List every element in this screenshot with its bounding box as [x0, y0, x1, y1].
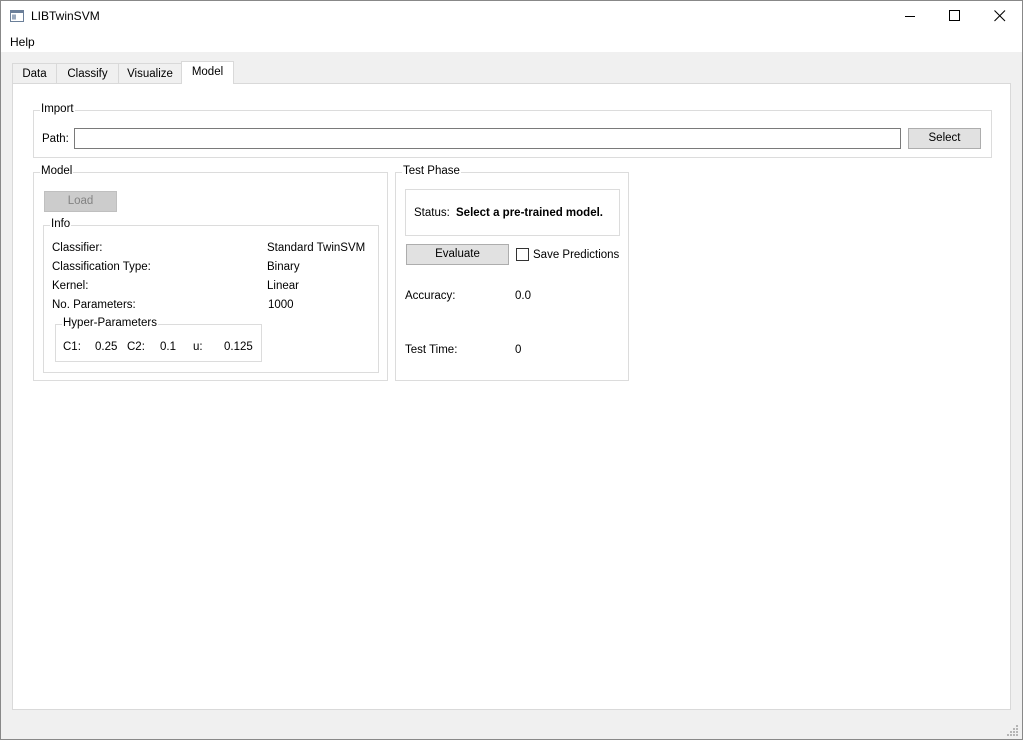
c2-value: 0.1: [160, 341, 176, 353]
app-window: LIBTwinSVM Help Data Classify Visualize …: [0, 0, 1023, 740]
no-parameters-label: No. Parameters:: [52, 299, 136, 311]
close-button[interactable]: [977, 1, 1022, 31]
load-button[interactable]: Load: [44, 191, 117, 212]
save-predictions-label[interactable]: Save Predictions: [533, 249, 619, 261]
tab-classify[interactable]: Classify: [56, 63, 119, 84]
classification-type-value: Binary: [267, 261, 300, 273]
maximize-icon: [949, 10, 960, 21]
kernel-value: Linear: [267, 280, 299, 292]
resize-grip-icon[interactable]: [1007, 724, 1019, 736]
path-input[interactable]: [74, 128, 901, 149]
save-predictions-checkbox[interactable]: [516, 248, 529, 261]
u-label: u:: [193, 341, 203, 353]
test-phase-title: Test Phase: [402, 165, 461, 177]
close-icon: [994, 10, 1006, 22]
menu-help[interactable]: Help: [10, 35, 35, 49]
classifier-label: Classifier:: [52, 242, 103, 254]
menu-bar: Help: [1, 31, 1022, 52]
info-group: Info Classifier: Standard TwinSVM Classi…: [43, 218, 379, 373]
maximize-button[interactable]: [932, 1, 977, 31]
c1-value: 0.25: [95, 341, 118, 353]
import-group-title: Import: [40, 103, 75, 115]
title-bar[interactable]: LIBTwinSVM: [1, 1, 1022, 31]
minimize-icon: [905, 16, 915, 17]
classification-type-label: Classification Type:: [52, 261, 151, 273]
tab-visualize[interactable]: Visualize: [118, 63, 182, 84]
info-group-title: Info: [50, 218, 72, 230]
u-value: 0.125: [224, 341, 253, 353]
status-label: Status:: [414, 207, 450, 219]
window-title: LIBTwinSVM: [31, 9, 100, 23]
c2-label: C2:: [127, 341, 145, 353]
tab-data[interactable]: Data: [12, 63, 57, 84]
test-time-label: Test Time:: [405, 344, 458, 356]
model-group-title: Model: [40, 165, 74, 177]
hyper-parameters-group: Hyper-Parameters C1: 0.25 C2: 0.1 u: 0.1…: [55, 317, 262, 362]
evaluate-button[interactable]: Evaluate: [406, 244, 509, 265]
test-phase-group: Test Phase Status: Select a pre-trained …: [395, 165, 629, 381]
c1-label: C1:: [63, 341, 81, 353]
path-label: Path:: [42, 133, 69, 145]
test-time-value: 0: [515, 344, 522, 356]
model-group: Model Load Info Classifier: Standard Twi…: [33, 165, 388, 381]
status-box: Status: Select a pre-trained model.: [405, 189, 620, 236]
no-parameters-value: 1000: [268, 299, 294, 311]
accuracy-value: 0.0: [515, 290, 531, 302]
kernel-label: Kernel:: [52, 280, 89, 292]
select-button[interactable]: Select: [908, 128, 981, 149]
minimize-button[interactable]: [887, 1, 932, 31]
tab-model[interactable]: Model: [181, 61, 234, 84]
hyper-parameters-title: Hyper-Parameters: [62, 317, 158, 329]
accuracy-label: Accuracy:: [405, 290, 456, 302]
tab-panel-model: Import Path: Select Model Load Info Clas…: [12, 83, 1011, 710]
import-group: Import Path: Select: [33, 103, 992, 158]
app-icon: [10, 10, 24, 22]
status-value: Select a pre-trained model.: [456, 207, 603, 219]
classifier-value: Standard TwinSVM: [267, 242, 366, 254]
